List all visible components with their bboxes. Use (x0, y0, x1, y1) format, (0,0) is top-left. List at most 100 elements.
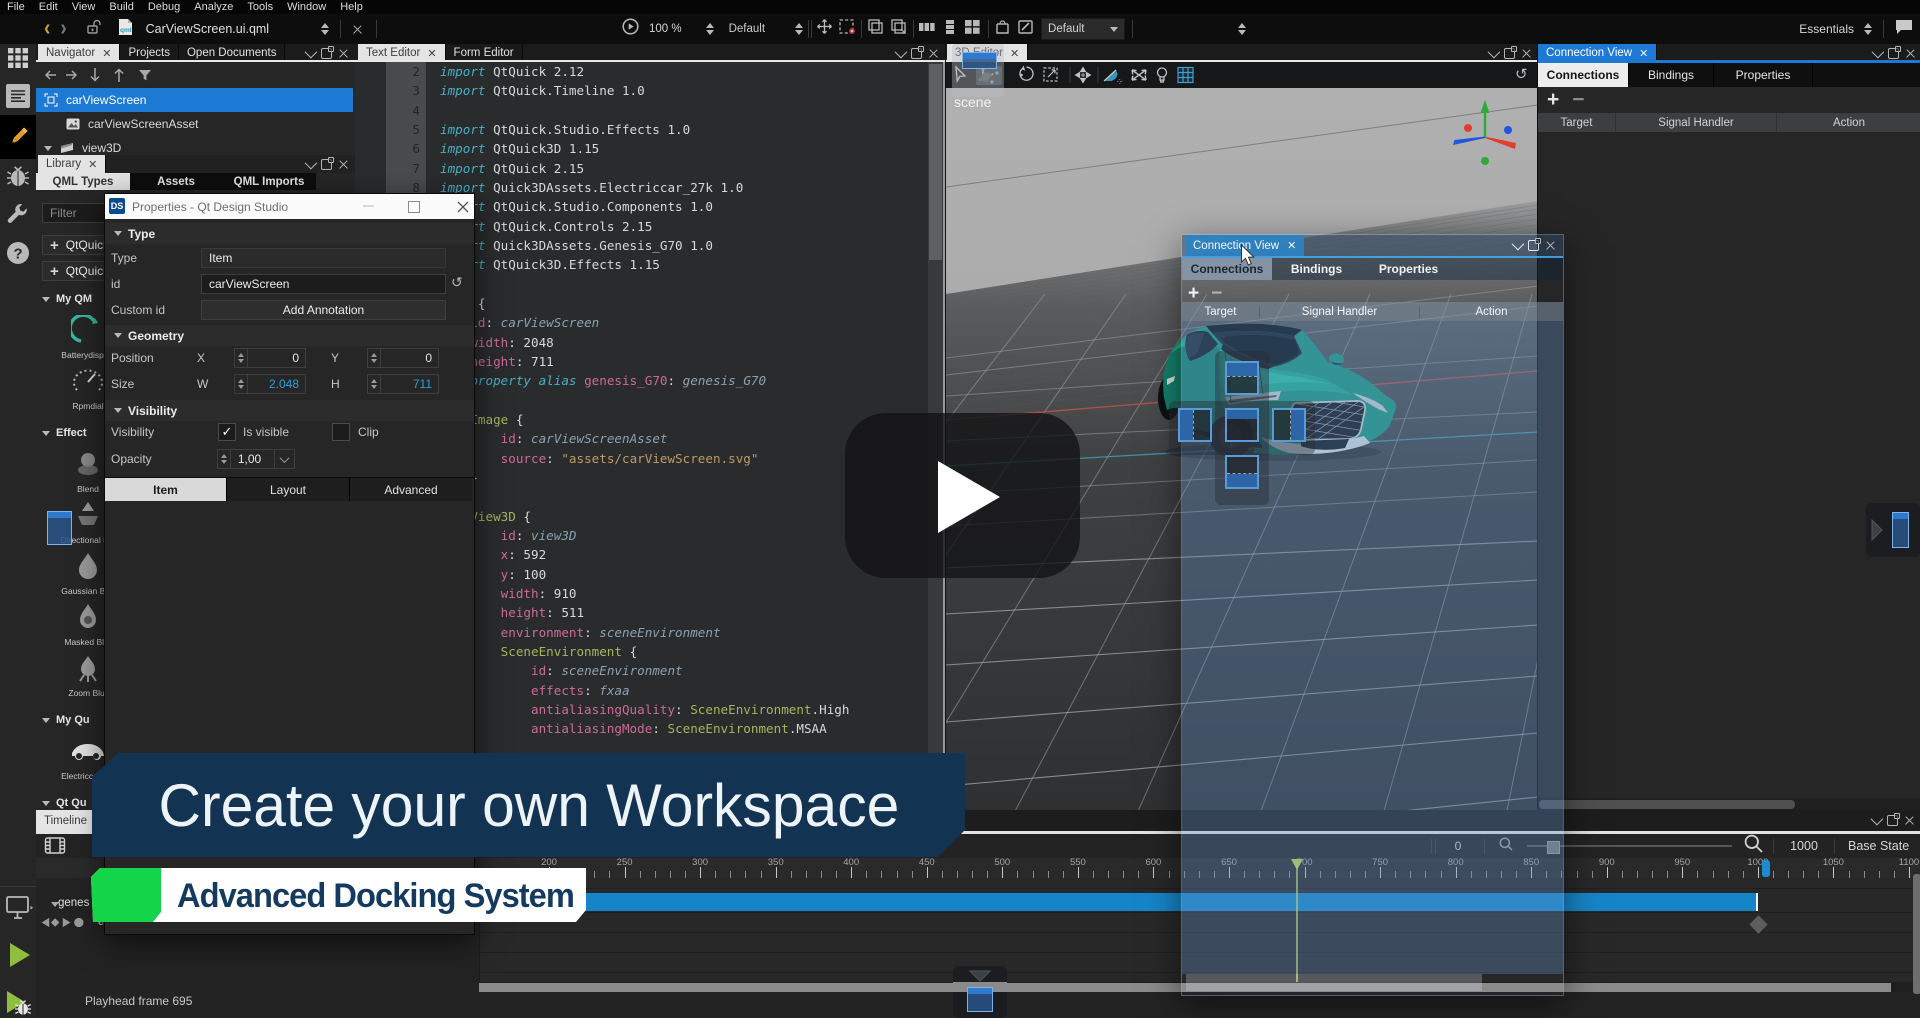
nav-back-icon[interactable] (46, 71, 56, 79)
library-section-2[interactable]: My Qu (42, 714, 90, 726)
collapse-3d-icon[interactable] (1488, 46, 1501, 59)
menu-help[interactable]: Help (333, 1, 370, 13)
preview-play-icon[interactable] (622, 18, 639, 40)
design-mode-active[interactable] (0, 115, 36, 159)
clip-checkbox[interactable] (332, 423, 350, 441)
tree-item-carViewScreenAsset[interactable]: carViewScreenAsset (36, 112, 353, 136)
cells-h-icon[interactable] (918, 20, 936, 39)
menu-edit[interactable]: Edit (32, 1, 65, 13)
float-3d-icon[interactable] (1504, 48, 1515, 59)
floating-column-action[interactable]: Action (1419, 306, 1563, 318)
menu-debug[interactable]: Debug (141, 1, 187, 13)
track-name[interactable]: genes (58, 897, 89, 909)
section-visibility[interactable]: Visibility (105, 400, 474, 421)
export-icon[interactable] (994, 19, 1012, 40)
edit-style-icon[interactable] (1017, 19, 1035, 40)
is-visible-checkbox[interactable]: ✓ (218, 423, 236, 441)
forward-button[interactable]: › (60, 16, 66, 42)
dock-edge-bottom[interactable] (953, 966, 1007, 1018)
grid-toggle-icon[interactable] (1178, 68, 1193, 83)
bounds-icon[interactable] (867, 18, 884, 40)
video-play-button[interactable] (845, 413, 1080, 578)
tab-qml-imports[interactable]: QML Imports (222, 173, 316, 190)
nav-up-icon[interactable] (115, 70, 123, 83)
properties-tab-layout[interactable]: Layout (227, 478, 350, 501)
x-spinbox[interactable]: 0 (234, 348, 306, 368)
collapse-library-icon[interactable] (305, 157, 318, 170)
undo-view-icon[interactable]: ↻ (1515, 65, 1528, 83)
orientation-icon[interactable] (1075, 67, 1092, 84)
welcome-mode-icon[interactable] (6, 84, 30, 108)
zoom-selector-icon[interactable] (706, 23, 715, 35)
debug-mode-icon[interactable] (6, 164, 30, 194)
collapse-editor-icon[interactable] (895, 46, 908, 59)
global-local-icon[interactable] (1132, 70, 1146, 80)
close-editor-icon[interactable] (929, 49, 938, 58)
merge-template-icon[interactable] (890, 18, 908, 40)
rotate-tool-icon[interactable] (1020, 66, 1033, 81)
help-icon[interactable]: ? (6, 241, 30, 270)
timeline-vscrollbar[interactable] (1913, 874, 1920, 994)
remove-connection-icon[interactable]: − (1572, 92, 1584, 108)
nav-down-icon[interactable] (91, 68, 99, 81)
close-library-icon[interactable] (339, 160, 348, 169)
kit-selector-icon[interactable] (795, 23, 804, 35)
tab-timeline[interactable]: Timeline (36, 810, 96, 831)
floating-column-target[interactable]: Target (1182, 306, 1259, 318)
close-panel-icon[interactable] (339, 49, 348, 58)
menu-analyze[interactable]: Analyze (187, 1, 240, 13)
dock-indicator-top[interactable] (1225, 361, 1259, 395)
floating-close-icon[interactable] (1546, 241, 1555, 250)
timeline-film-icon[interactable] (44, 836, 66, 860)
float-connection-icon[interactable] (1888, 48, 1899, 59)
menu-view[interactable]: View (65, 1, 103, 13)
minimize-button[interactable] (363, 205, 374, 207)
menu-file[interactable]: File (0, 1, 32, 13)
float-library-icon[interactable] (321, 159, 332, 170)
h-spinbox[interactable]: 711 (367, 374, 439, 394)
column-action[interactable]: Action (1777, 113, 1920, 132)
nav-filter-icon[interactable] (139, 70, 151, 80)
column-target[interactable]: Target (1538, 113, 1616, 132)
floating-collapse-icon[interactable] (1512, 238, 1525, 251)
floating-column-signal[interactable]: Signal Handler (1259, 306, 1419, 318)
snap-frame-icon[interactable] (838, 18, 856, 40)
apps-grid-icon[interactable] (7, 47, 29, 74)
style-selector[interactable]: Default (1041, 18, 1125, 40)
tab-bindings[interactable]: Bindings (1629, 63, 1714, 87)
add-annotation-button[interactable]: Add Annotation (201, 300, 446, 320)
nav-forward-icon[interactable] (66, 71, 76, 79)
library-section-1[interactable]: Effect (42, 427, 87, 439)
type-field[interactable]: Item (201, 248, 446, 268)
tools-mode-icon[interactable] (6, 202, 30, 231)
library-section-0[interactable]: My QM (42, 293, 92, 305)
floating-scrollbar[interactable] (1186, 974, 1482, 991)
floating-float-icon[interactable] (1528, 240, 1539, 251)
collapse-panel-icon[interactable] (305, 46, 318, 59)
tab-qml-types[interactable]: QML Types (36, 173, 130, 190)
opacity-spinbox[interactable]: 1,00 (217, 449, 295, 469)
dock-indicator-left[interactable] (1178, 408, 1212, 442)
id-field[interactable]: carViewScreen (201, 274, 446, 294)
floating-tab-connections[interactable]: Connections (1182, 258, 1272, 280)
tab-assets[interactable]: Assets (130, 173, 222, 190)
timeline-track-bar[interactable] (479, 893, 1758, 911)
zoom-in-icon[interactable] (1744, 834, 1763, 858)
properties-tab-advanced[interactable]: Advanced (350, 478, 472, 501)
feedback-icon[interactable] (1894, 18, 1914, 40)
center-updown-icon[interactable] (1238, 23, 1247, 35)
connection-view-floating-window[interactable]: Connection View✕ Connections Bindings Pr… (1181, 234, 1564, 996)
column-signal-handler[interactable]: Signal Handler (1616, 113, 1777, 132)
tab-library[interactable]: Library✕ (38, 155, 106, 173)
float-panel-icon[interactable] (321, 48, 332, 59)
menu-tools[interactable]: Tools (240, 1, 280, 13)
y-spinbox[interactable]: 0 (367, 348, 439, 368)
tree-item-carViewScreen[interactable]: carViewScreen (36, 88, 353, 112)
maximize-button[interactable] (408, 201, 420, 213)
close-connection-icon[interactable] (1906, 49, 1915, 58)
document-name[interactable]: CarViewScreen.ui.qml (146, 22, 269, 36)
section-geometry[interactable]: Geometry (105, 325, 474, 346)
float-timeline-icon[interactable] (1887, 815, 1898, 826)
lock-icon[interactable] (87, 19, 102, 40)
mode-selector-icon[interactable] (1864, 23, 1873, 35)
